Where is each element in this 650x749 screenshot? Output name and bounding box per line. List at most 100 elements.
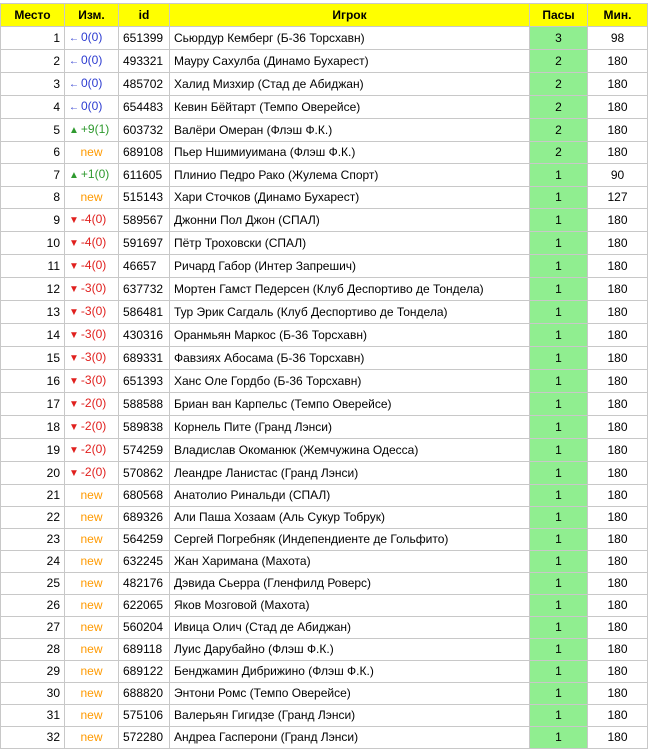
header-player[interactable]: Игрок (169, 3, 530, 27)
place-cell: 18 (0, 415, 65, 439)
table-row: 18 ▼ -2(0) 589838 Корнель Пите (Гранд Лэнси)… (0, 415, 648, 439)
place-cell: 22 (0, 506, 65, 529)
change-value: new (80, 190, 103, 204)
player-name-cell[interactable]: Сьюрдур Кемберг (Б-36 Торсхавн) (169, 26, 530, 50)
minutes-cell: 180 (587, 254, 648, 278)
passes-cell: 1 (529, 660, 588, 683)
change-cell: new (64, 682, 119, 705)
passes-cell: 1 (529, 346, 588, 370)
header-passes[interactable]: Пасы (529, 3, 588, 27)
table-row: 14 ▼ -3(0) 430316 Оранмьян Маркос (Б-36 Торс… (0, 323, 648, 347)
minutes-cell: 90 (587, 163, 648, 187)
minutes-cell: 180 (587, 415, 648, 439)
player-name-cell[interactable]: Владислав Окоманюк (Жемчужина Одесса) (169, 438, 530, 462)
table-row: 28 new 689118 Луис Дарубайно (Флэш Ф.К.) 1 18… (0, 638, 648, 661)
player-name-cell[interactable]: Дэвида Сьерра (Гленфилд Роверс) (169, 572, 530, 595)
passes-cell: 1 (529, 616, 588, 639)
player-name-cell[interactable]: Фавзиях Абосама (Б-36 Торсхавн) (169, 346, 530, 370)
place-cell: 9 (0, 208, 65, 232)
player-name-cell[interactable]: Ханс Оле Гордбо (Б-36 Торсхавн) (169, 369, 530, 393)
player-name-cell[interactable]: Пётр Троховски (СПАЛ) (169, 231, 530, 255)
player-name-cell[interactable]: Плинио Педро Рако (Жулема Спорт) (169, 163, 530, 187)
minutes-cell: 180 (587, 323, 648, 347)
player-name-cell[interactable]: Энтони Ромс (Темпо Оверейсе) (169, 682, 530, 705)
change-value: new (80, 730, 103, 744)
change-cell: ▼ -4(0) (64, 231, 119, 255)
player-id-cell: 611605 (118, 163, 170, 187)
minutes-cell: 180 (587, 660, 648, 683)
player-name-cell[interactable]: Мортен Гамст Педерсен (Клуб Деспортиво д… (169, 277, 530, 301)
place-cell: 7 (0, 163, 65, 187)
minutes-cell: 180 (587, 231, 648, 255)
change-cell: ▼ -4(0) (64, 254, 119, 278)
header-id[interactable]: id (118, 3, 170, 27)
player-id-cell: 493321 (118, 49, 170, 73)
minutes-cell: 180 (587, 616, 648, 639)
minutes-cell: 180 (587, 208, 648, 232)
player-name-cell[interactable]: Луис Дарубайно (Флэш Ф.К.) (169, 638, 530, 661)
player-id-cell: 560204 (118, 616, 170, 639)
header-place[interactable]: Место (0, 3, 65, 27)
minutes-cell: 98 (587, 26, 648, 50)
place-cell: 27 (0, 616, 65, 639)
table-row: 3 ← 0(0) 485702 Халид Мизхир (Стад де Абиджа… (0, 72, 648, 96)
player-name-cell[interactable]: Джонни Пол Джон (СПАЛ) (169, 208, 530, 232)
arrow-left-icon: ← (69, 56, 79, 67)
player-name-cell[interactable]: Тур Эрик Сагдаль (Клуб Деспортиво де Тон… (169, 300, 530, 324)
player-name-cell[interactable]: Корнель Пите (Гранд Лэнси) (169, 415, 530, 439)
passes-cell: 1 (529, 638, 588, 661)
arrow-left-icon: ← (69, 79, 79, 90)
change-value: new (80, 686, 103, 700)
player-name-cell[interactable]: Оранмьян Маркос (Б-36 Торсхавн) (169, 323, 530, 347)
place-cell: 32 (0, 726, 65, 749)
player-name-cell[interactable]: Андреа Гаспeрони (Гранд Лэнси) (169, 726, 530, 749)
minutes-cell: 180 (587, 484, 648, 507)
table-row: 11 ▼ -4(0) 46657 Ричард Габор (Интер Запреши… (0, 254, 648, 278)
place-cell: 11 (0, 254, 65, 278)
passes-cell: 1 (529, 300, 588, 324)
table-row: 12 ▼ -3(0) 637732 Мортен Гамст Педерсен (Клу… (0, 277, 648, 301)
player-id-cell: 603732 (118, 118, 170, 142)
player-name-cell[interactable]: Мауру Сахулба (Динамо Бухарест) (169, 49, 530, 73)
passes-cell: 1 (529, 369, 588, 393)
change-value: new (80, 620, 103, 634)
player-name-cell[interactable]: Ричард Габор (Интер Запрешич) (169, 254, 530, 278)
player-name-cell[interactable]: Яков Мозговой (Махота) (169, 594, 530, 617)
player-name-cell[interactable]: Ивица Олич (Стад де Абиджан) (169, 616, 530, 639)
passes-cell: 1 (529, 231, 588, 255)
player-name-cell[interactable]: Бенджамин Дибрижино (Флэш Ф.К.) (169, 660, 530, 683)
player-name-cell[interactable]: Али Паша Хозаам (Аль Сукур Тобрук) (169, 506, 530, 529)
triangle-down-icon: ▼ (69, 399, 79, 410)
player-name-cell[interactable]: Пьер Ншимиyимана (Флэш Ф.К.) (169, 141, 530, 164)
change-value: 0(0) (81, 53, 103, 67)
player-id-cell: 651399 (118, 26, 170, 50)
player-id-cell: 574259 (118, 438, 170, 462)
table-row: 15 ▼ -3(0) 689331 Фавзиях Абосама (Б-36 Торс… (0, 346, 648, 370)
minutes-cell: 180 (587, 118, 648, 142)
change-value: -3(0) (80, 304, 107, 318)
change-value: new (80, 664, 103, 678)
player-name-cell[interactable]: Хари Сточков (Динамо Бухарест) (169, 186, 530, 209)
player-name-cell[interactable]: Кевин Бёйтарт (Темпо Оверейсе) (169, 95, 530, 119)
player-name-cell[interactable]: Валерьян Гигидзе (Гранд Лэнси) (169, 704, 530, 727)
player-name-cell[interactable]: Жан Харимана (Махота) (169, 550, 530, 573)
minutes-cell: 180 (587, 438, 648, 462)
player-name-cell[interactable]: Сергей Погребняк (Индепендиенте де Гольф… (169, 528, 530, 551)
player-id-cell: 588588 (118, 392, 170, 416)
change-value: +9(1) (80, 122, 110, 136)
change-cell: new (64, 638, 119, 661)
player-name-cell[interactable]: Халид Мизхир (Стад де Абиджан) (169, 72, 530, 96)
place-cell: 12 (0, 277, 65, 301)
triangle-down-icon: ▼ (69, 422, 79, 433)
change-cell: new (64, 616, 119, 639)
header-minutes[interactable]: Мин. (587, 3, 648, 27)
place-cell: 2 (0, 49, 65, 73)
header-change[interactable]: Изм. (64, 3, 119, 27)
player-name-cell[interactable]: Анатолио Ринальди (СПАЛ) (169, 484, 530, 507)
table-row: 26 new 622065 Яков Мозговой (Махота) 1 180 (0, 594, 648, 617)
table-body: 1 ← 0(0) 651399 Сьюрдур Кемберг (Б-36 Торсха… (0, 26, 648, 749)
player-name-cell[interactable]: Леандре Ланистас (Гранд Лэнси) (169, 461, 530, 485)
player-name-cell[interactable]: Бриан ван Карпельс (Темпо Оверейсе) (169, 392, 530, 416)
player-name-cell[interactable]: Валёри Омеран (Флэш Ф.К.) (169, 118, 530, 142)
table-row: 8 new 515143 Хари Сточков (Динамо Бухарест)… (0, 186, 648, 209)
